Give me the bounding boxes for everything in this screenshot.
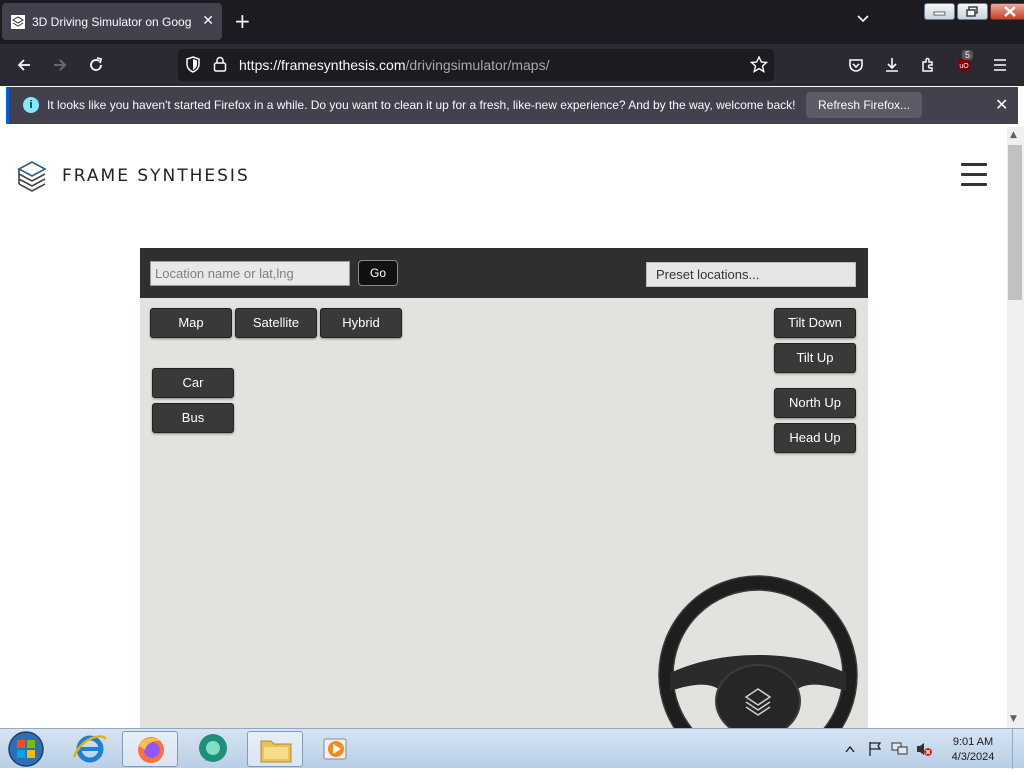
- logo-text: FRAME SYNTHESIS: [62, 166, 250, 186]
- hybrid-view-button[interactable]: Hybrid: [320, 308, 402, 338]
- chat-app-icon: [199, 734, 227, 762]
- simulator-toolbar: Location name or lat,lng Go Preset locat…: [140, 248, 868, 298]
- folder-icon: [260, 740, 292, 763]
- tab-title: 3D Driving Simulator on Google: [32, 14, 192, 29]
- forward-icon[interactable]: [51, 56, 69, 74]
- ublock-badge: 5: [962, 50, 974, 60]
- tilt-up-button[interactable]: Tilt Up: [774, 343, 856, 373]
- head-up-button[interactable]: Head Up: [774, 423, 856, 453]
- notification-close-icon[interactable]: ✕: [995, 95, 1008, 114]
- taskbar-media-player[interactable]: [309, 731, 365, 767]
- bookmark-star-icon[interactable]: [750, 56, 768, 73]
- svg-text:uO: uO: [959, 63, 969, 70]
- steering-wheel[interactable]: [656, 573, 860, 728]
- taskbar-firefox[interactable]: [122, 731, 178, 767]
- volume-muted-icon[interactable]: [915, 741, 933, 757]
- satellite-view-button[interactable]: Satellite: [235, 308, 317, 338]
- system-clock[interactable]: 9:01 AM 4/3/2024: [942, 735, 1004, 765]
- internet-explorer-icon: [72, 735, 108, 763]
- tab-strip: 3D Driving Simulator on Google ✕ +: [0, 0, 1024, 44]
- site-menu-icon[interactable]: [961, 163, 987, 187]
- reload-icon[interactable]: [87, 56, 105, 74]
- url-host: https://framesynthesis.com: [239, 57, 406, 73]
- go-button[interactable]: Go: [358, 260, 398, 286]
- action-center-flag-icon[interactable]: [867, 741, 883, 757]
- restore-button[interactable]: [957, 3, 988, 20]
- tab-close-icon[interactable]: ✕: [202, 13, 214, 29]
- map-view-button[interactable]: Map: [150, 308, 232, 338]
- scrollbar-thumb[interactable]: [1008, 145, 1022, 300]
- downloads-icon[interactable]: [883, 56, 901, 74]
- frame-synthesis-logo-icon: [17, 161, 47, 192]
- notification-bar: i It looks like you haven't started Fire…: [6, 87, 1018, 124]
- url-text[interactable]: https://framesynthesis.com/drivingsimula…: [239, 57, 549, 73]
- site-logo[interactable]: FRAME SYNTHESIS: [16, 159, 250, 193]
- north-up-button[interactable]: North Up: [774, 388, 856, 418]
- new-tab-icon[interactable]: +: [234, 11, 251, 31]
- app-menu-icon[interactable]: [991, 56, 1009, 74]
- taskbar-app[interactable]: [185, 731, 241, 767]
- scroll-up-icon[interactable]: ▲: [1010, 130, 1017, 140]
- location-input[interactable]: Location name or lat,lng: [150, 261, 350, 286]
- start-button-icon[interactable]: [6, 730, 46, 768]
- info-icon: i: [23, 97, 39, 113]
- lock-icon[interactable]: [213, 56, 227, 73]
- car-button[interactable]: Car: [152, 368, 234, 398]
- driving-simulator[interactable]: Location name or lat,lng Go Preset locat…: [140, 248, 868, 728]
- url-path: /drivingsimulator/maps/: [405, 57, 550, 73]
- back-icon[interactable]: [15, 56, 33, 74]
- scroll-down-icon[interactable]: ▼: [1010, 714, 1017, 724]
- web-page: FRAME SYNTHESIS Location name or lat,lng…: [0, 127, 1007, 728]
- refresh-firefox-button[interactable]: Refresh Firefox...: [806, 92, 923, 118]
- preset-locations-select[interactable]: Preset locations...: [646, 262, 856, 287]
- extensions-icon[interactable]: [919, 56, 937, 74]
- window-controls: [924, 3, 1024, 20]
- taskbar-file-explorer[interactable]: [247, 731, 303, 767]
- show-hidden-icons-icon[interactable]: [845, 745, 855, 753]
- clock-date: 4/3/2024: [951, 751, 995, 763]
- pocket-icon[interactable]: [847, 56, 865, 74]
- tilt-down-button[interactable]: Tilt Down: [774, 308, 856, 338]
- taskbar-internet-explorer[interactable]: [62, 731, 118, 767]
- bus-button[interactable]: Bus: [152, 403, 234, 433]
- browser-tab[interactable]: 3D Driving Simulator on Google ✕: [2, 3, 222, 40]
- list-all-tabs-icon[interactable]: [856, 14, 870, 24]
- media-player-icon: [323, 738, 347, 760]
- clock-time: 9:01 AM: [952, 736, 994, 748]
- close-window-button[interactable]: [990, 3, 1024, 20]
- windows-taskbar: 9:01 AM 4/3/2024: [0, 728, 1024, 769]
- firefox-icon: [138, 737, 164, 763]
- show-desktop-button[interactable]: [1012, 729, 1024, 769]
- network-icon[interactable]: [891, 741, 909, 757]
- site-favicon-icon: [11, 14, 25, 29]
- minimize-button[interactable]: [924, 3, 955, 20]
- tracking-protection-shield-icon[interactable]: [185, 56, 201, 74]
- notification-message: It looks like you haven't started Firefo…: [47, 98, 796, 112]
